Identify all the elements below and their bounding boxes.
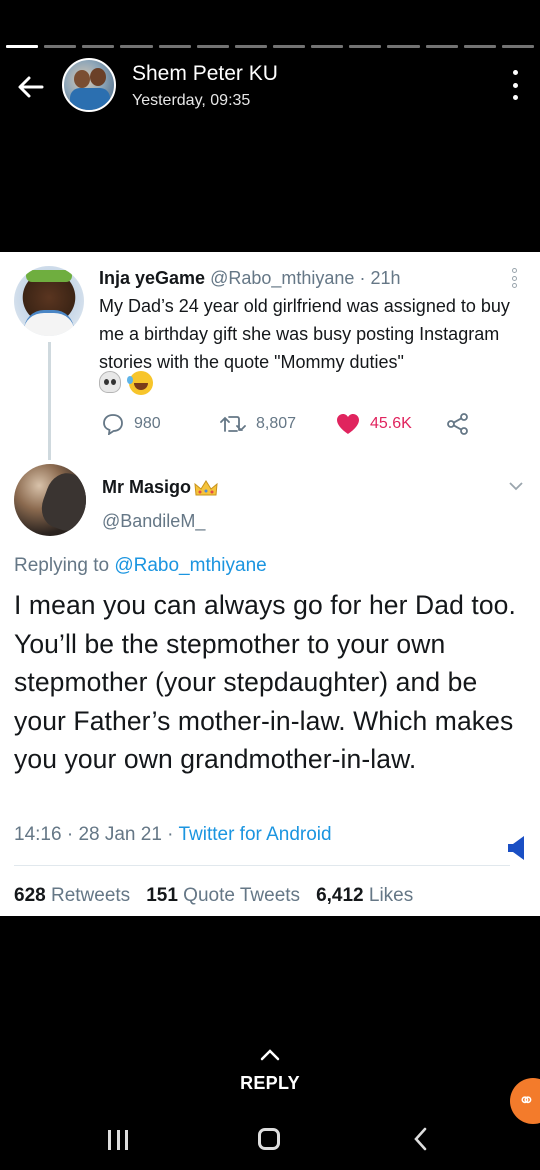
progress-segment bbox=[387, 45, 420, 48]
progress-segment bbox=[501, 45, 534, 48]
heart-icon bbox=[337, 414, 359, 434]
retweet-count: 8,807 bbox=[256, 415, 297, 432]
retweet-action: 8,807 bbox=[220, 414, 336, 434]
emoji-row bbox=[99, 371, 153, 395]
reply-action: 980 bbox=[102, 413, 220, 435]
reply-tweet-avatar bbox=[14, 464, 86, 536]
reply-tweet-handle: @BandileM_ bbox=[102, 511, 206, 531]
original-tweet-body: Inja yeGame @Rabo_mthiyane · 21h My Dad’… bbox=[99, 264, 529, 376]
like-count: 45.6K bbox=[370, 415, 412, 432]
tweet-stats: 628 Retweets 151 Quote Tweets 6,412 Like… bbox=[14, 885, 429, 907]
progress-segment bbox=[311, 45, 344, 48]
original-tweet-handle: @Rabo_mthiyane · 21h bbox=[210, 268, 401, 288]
progress-segment bbox=[82, 45, 115, 48]
reply-tweet-display-name: Mr Masigo bbox=[102, 477, 218, 498]
retweet-icon bbox=[220, 416, 246, 432]
joy-emoji-icon bbox=[127, 371, 153, 395]
reply-affordance[interactable]: REPLY bbox=[0, 1048, 540, 1094]
progress-segment bbox=[349, 45, 382, 48]
replying-to-line: Replying to @Rabo_mthiyane bbox=[14, 555, 267, 576]
reply-button[interactable]: REPLY bbox=[0, 1073, 540, 1094]
progress-segment bbox=[120, 45, 153, 48]
system-navigation-bar bbox=[0, 1118, 540, 1158]
divider bbox=[14, 865, 510, 866]
status-timestamp: Yesterday, 09:35 bbox=[132, 92, 251, 109]
progress-segment bbox=[196, 45, 229, 48]
tweet-actions: 980 8,807 45.6K bbox=[102, 412, 470, 436]
tweet-menu-icon bbox=[512, 268, 518, 288]
skull-emoji-icon bbox=[99, 371, 121, 393]
share-icon bbox=[447, 413, 468, 435]
likes-stat: 6,412 Likes bbox=[316, 885, 414, 906]
home-icon[interactable] bbox=[258, 1128, 280, 1150]
quote-tweets-stat: 151 Quote Tweets bbox=[146, 885, 301, 906]
like-action: 45.6K bbox=[336, 413, 446, 435]
link-icon: ⚭ bbox=[518, 1090, 535, 1112]
recent-apps-icon[interactable] bbox=[108, 1130, 128, 1150]
thread-line bbox=[48, 342, 51, 460]
reply-count: 980 bbox=[134, 415, 161, 432]
crown-emoji-icon bbox=[194, 479, 218, 495]
progress-segment bbox=[425, 45, 458, 48]
speaker-icon bbox=[508, 836, 524, 860]
contact-name[interactable]: Shem Peter KU bbox=[132, 62, 278, 86]
original-tweet-text: My Dad’s 24 year old girlfriend was assi… bbox=[99, 296, 510, 372]
retweets-stat: 628 Retweets bbox=[14, 885, 131, 906]
original-tweet-avatar bbox=[14, 266, 84, 336]
chevron-down-icon bbox=[509, 482, 523, 491]
back-arrow-icon[interactable] bbox=[14, 70, 48, 104]
tweet-screenshot: Inja yeGame @Rabo_mthiyane · 21h My Dad’… bbox=[0, 252, 540, 916]
progress-segment bbox=[234, 45, 267, 48]
reply-bubble-icon bbox=[103, 414, 123, 435]
progress-segment bbox=[272, 45, 306, 48]
progress-segment bbox=[44, 45, 77, 48]
contact-avatar[interactable] bbox=[62, 58, 116, 112]
tweet-meta: 14:16 · 28 Jan 21 · Twitter for Android bbox=[14, 824, 332, 845]
progress-segment bbox=[6, 45, 39, 48]
more-options-icon[interactable] bbox=[510, 70, 520, 100]
reply-tweet-text: I mean you can always go for her Dad too… bbox=[14, 590, 516, 775]
status-progress-bar bbox=[6, 45, 534, 48]
original-tweet-display-name: Inja yeGame bbox=[99, 268, 206, 288]
nav-back-icon[interactable] bbox=[410, 1126, 432, 1152]
chevron-up-icon[interactable] bbox=[259, 1048, 281, 1062]
progress-segment bbox=[463, 45, 496, 48]
progress-segment bbox=[158, 45, 191, 48]
status-header: Shem Peter KU Yesterday, 09:35 bbox=[0, 56, 540, 120]
